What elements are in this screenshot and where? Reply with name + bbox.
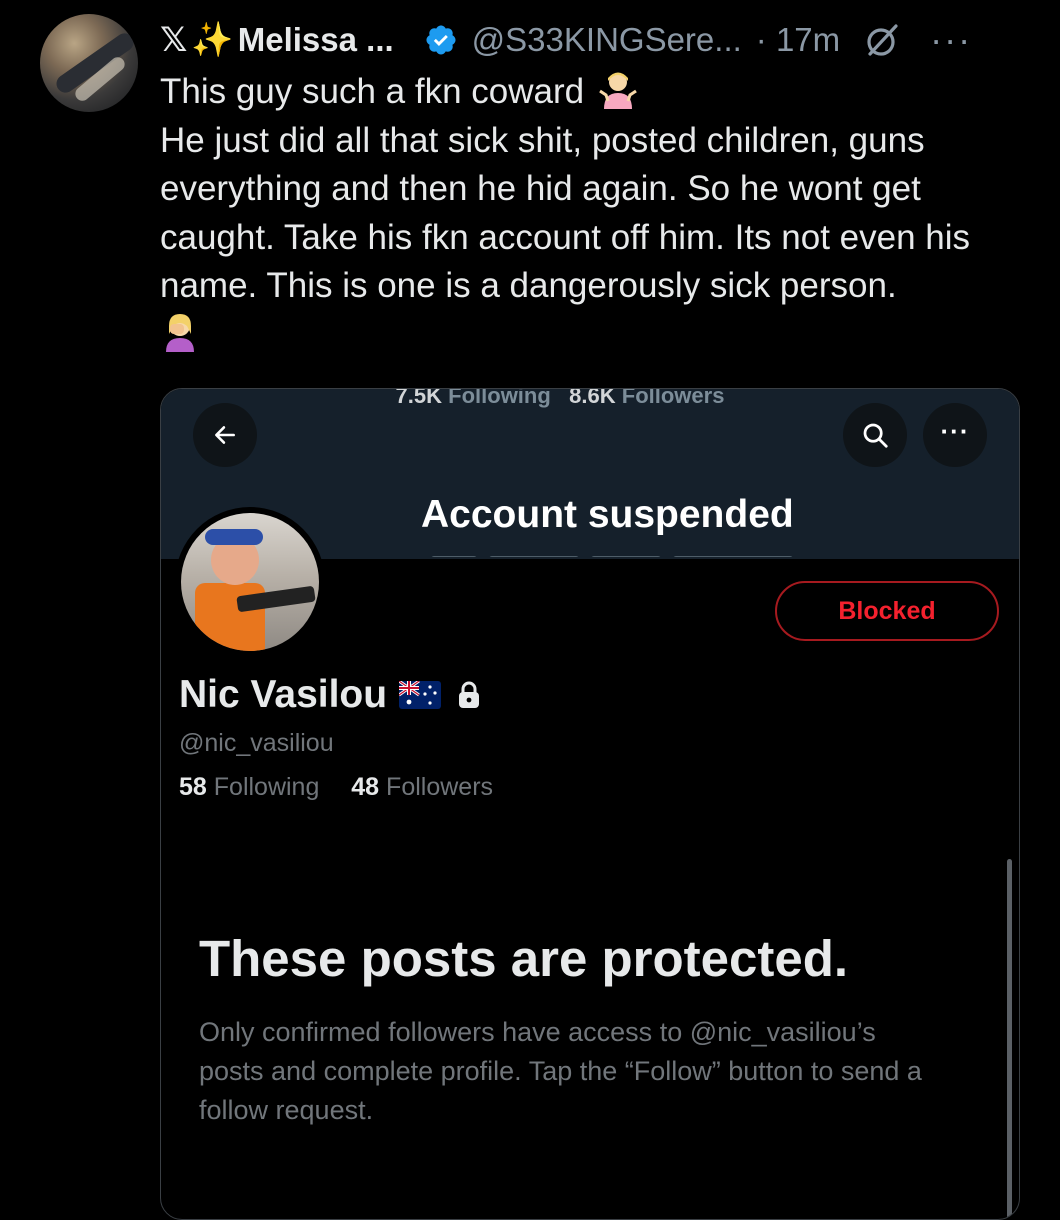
scrollbar[interactable] (1007, 859, 1012, 1219)
post-line: This guy such a fkn coward (160, 68, 1040, 117)
person-facepalming-emoji (166, 313, 194, 352)
profile-stats: 58 Following 48 Followers (179, 773, 493, 802)
grok-icon[interactable] (862, 20, 902, 60)
suspended-title: Account suspended (421, 493, 794, 536)
back-button[interactable] (193, 403, 257, 467)
arrow-left-icon (215, 426, 235, 444)
post-line (160, 311, 1040, 360)
post-timestamp[interactable]: · 17m (756, 21, 840, 59)
banner-stats: 7.5K Following 8.6K Followers (395, 388, 725, 408)
verified-badge-icon[interactable] (424, 23, 458, 57)
author-name[interactable]: Melissa ... (238, 21, 394, 59)
x-logo-icon: 𝕏 (160, 21, 188, 59)
australia-flag-icon (399, 681, 442, 709)
following-link[interactable]: 58 Following (179, 773, 319, 801)
more-options-icon[interactable]: ··· (930, 22, 972, 58)
lock-icon (459, 681, 480, 708)
post-line: He just did all that sick shit, posted c… (160, 120, 971, 306)
protected-description: Only confirmed followers have access to … (199, 1017, 922, 1125)
attached-image[interactable]: 7.5K Following 8.6K Followers ··· Accoun… (160, 388, 1020, 1220)
protected-title: These posts are protected. (199, 930, 849, 987)
sparkle-icon: ✨ (191, 21, 234, 59)
profile-avatar-image (181, 513, 319, 651)
followers-link[interactable]: 48 Followers (351, 773, 493, 801)
search-button[interactable] (843, 403, 907, 467)
suspended-subtext-cropped (431, 549, 851, 557)
blocked-button[interactable]: Blocked (775, 581, 999, 641)
post-text: This guy such a fkn coward He just did a… (160, 68, 1040, 359)
more-icon: ··· (940, 415, 970, 446)
more-button[interactable]: ··· (923, 403, 987, 467)
author-handle[interactable]: @S33KINGSere... (472, 21, 742, 59)
author-avatar[interactable] (40, 14, 138, 112)
person-shrugging-emoji (598, 72, 637, 109)
profile-name-text: Nic Vasilou (179, 673, 388, 716)
profile-handle: @nic_vasiliou (179, 729, 334, 757)
profile-avatar[interactable] (175, 507, 325, 657)
search-icon (863, 423, 888, 448)
tweet-header: 𝕏 ✨ Melissa ... @S33KINGSere... · 17m ··… (160, 18, 1030, 62)
profile-name: Nic Vasilou (179, 673, 481, 717)
